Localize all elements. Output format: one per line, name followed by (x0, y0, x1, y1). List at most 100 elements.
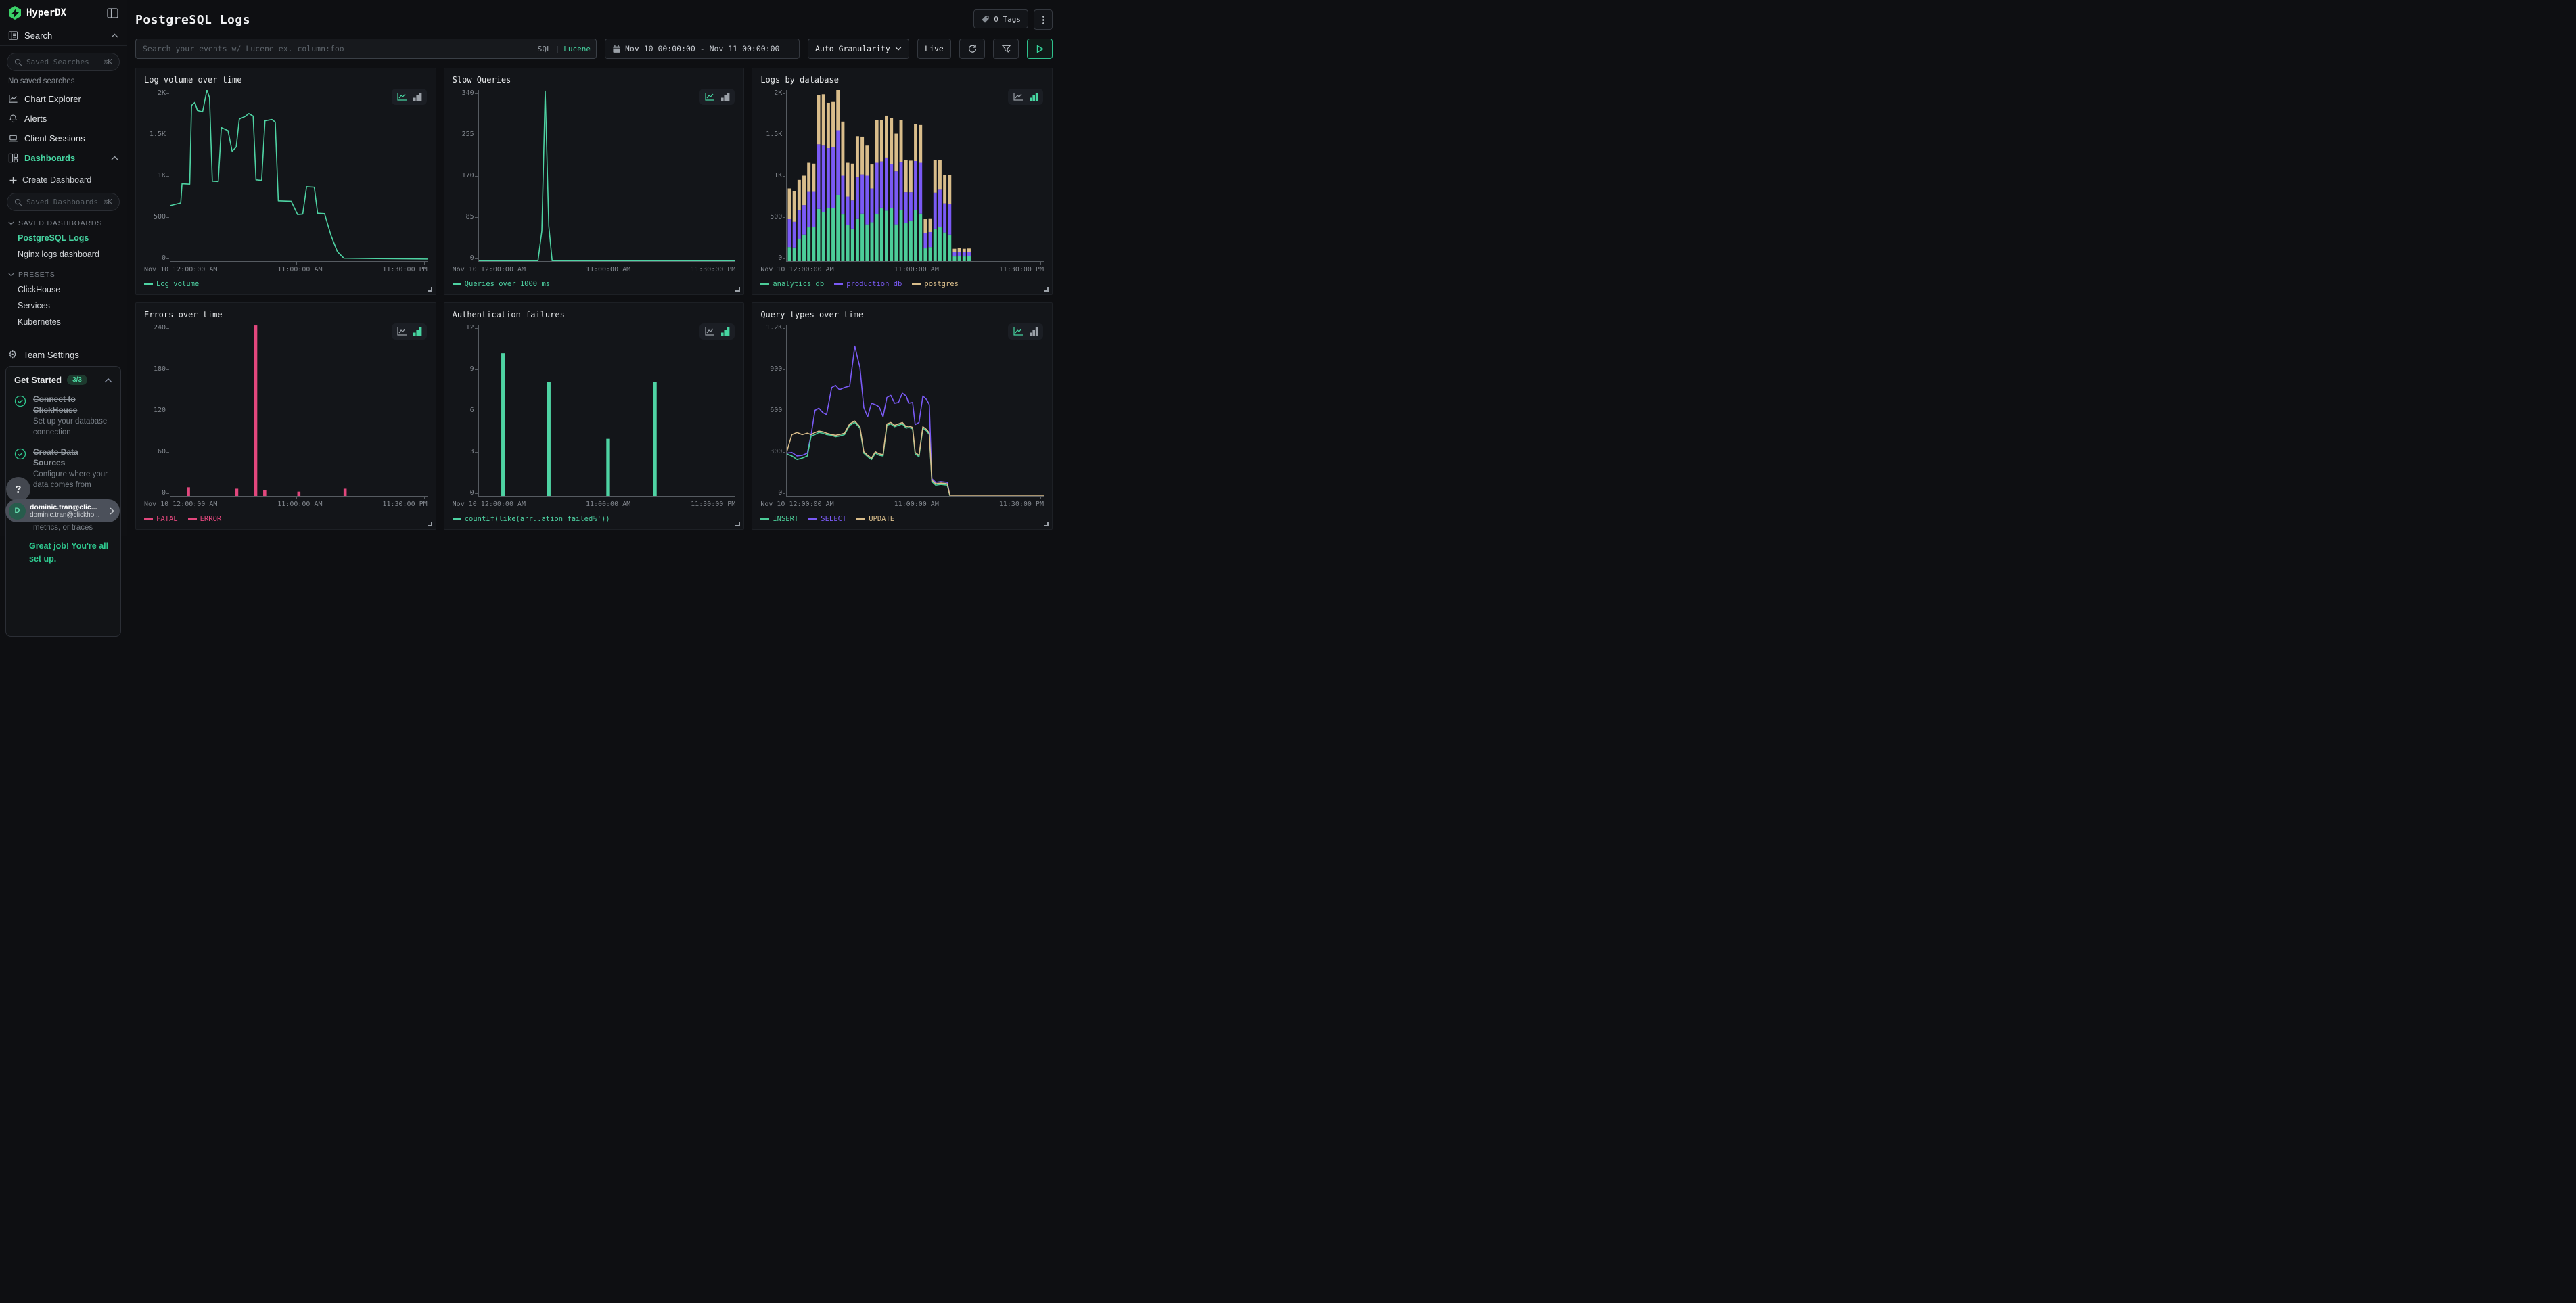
help-button[interactable]: ? (6, 477, 30, 501)
sql-mode-button[interactable]: SQL (538, 45, 551, 53)
get-started-header[interactable]: Get Started 3/3 (6, 367, 120, 389)
line-chart-toggle-button[interactable] (396, 327, 407, 336)
get-started-step-connect[interactable]: Connect to ClickHouse Set up your databa… (6, 389, 120, 442)
resize-handle[interactable] (1044, 522, 1049, 526)
x-axis-labels: Nov 10 12:00:00 AM11:00:00 AM11:30:00 PM (760, 266, 1044, 273)
panel-log-volume: Log volume over time 2K1.5K1K5000 Nov 10… (135, 68, 436, 295)
y-tick-label: 500 (154, 214, 166, 221)
filter-button[interactable] (993, 39, 1019, 59)
chevron-down-icon (895, 47, 902, 51)
x-tick-label: 11:00:00 AM (277, 266, 322, 273)
line-chart-toggle-button[interactable] (396, 92, 407, 101)
y-tick-label: 6 (470, 407, 474, 414)
chart-plot[interactable] (786, 325, 1044, 497)
sidebar-item-team-settings[interactable]: ⚙ Team Settings (0, 345, 127, 365)
more-options-button[interactable] (1034, 9, 1053, 30)
chart-legend: INSERTSELECTUPDATE (760, 514, 1044, 524)
chart-plot[interactable] (170, 90, 428, 262)
y-tick-label: 60 (158, 449, 166, 455)
section-label: PRESETS (18, 271, 55, 279)
x-tick-label: Nov 10 12:00:00 AM (144, 266, 217, 273)
sidebar-item-services[interactable]: Services (0, 298, 127, 314)
collapse-sidebar-button[interactable] (107, 8, 118, 18)
line-chart-toggle-button[interactable] (704, 327, 715, 336)
chart-type-toggle (1008, 89, 1043, 105)
line-chart-toggle-button[interactable] (704, 92, 715, 101)
sidebar-item-dashboards[interactable]: Dashboards (0, 148, 127, 168)
chart-plot[interactable] (478, 90, 736, 262)
chart-type-toggle (699, 323, 735, 340)
saved-searches-input[interactable] (26, 58, 99, 66)
legend-item: UPDATE (856, 514, 894, 524)
create-dashboard-button[interactable]: Create Dashboard (0, 168, 127, 186)
chart-plot[interactable] (478, 325, 736, 497)
line-chart-toggle-button[interactable] (1013, 327, 1024, 336)
bar-chart-toggle-button[interactable] (721, 92, 730, 101)
live-button[interactable]: Live (917, 39, 951, 59)
section-saved-dashboards[interactable]: SAVED DASHBOARDS (0, 211, 127, 230)
time-range-value: Nov 10 00:00:00 - Nov 11 00:00:00 (625, 44, 779, 53)
sidebar-item-client-sessions[interactable]: Client Sessions (0, 129, 127, 148)
panel-title: Query types over time (760, 310, 1044, 319)
chart-plot[interactable] (170, 325, 428, 497)
kebab-menu-icon (1042, 16, 1044, 24)
panel-title: Logs by database (760, 75, 1044, 85)
tags-button[interactable]: 0 Tags (973, 9, 1028, 28)
legend-dash-icon (856, 518, 865, 520)
logo-hexagon-icon (8, 6, 22, 20)
chart-plot[interactable] (786, 90, 1044, 262)
chart-legend: countIf(like(arr..ation failed%')) (453, 514, 736, 524)
user-email: dominic.tran@clickho... (30, 511, 106, 519)
user-menu[interactable]: D dominic.tran@clic... dominic.tran@clic… (5, 499, 120, 522)
keyboard-shortcut-badge: ⌘K (104, 198, 112, 206)
saved-dashboards-searchbox[interactable]: ⌘K (7, 193, 120, 211)
header-actions: 0 Tags (973, 9, 1053, 30)
sidebar-item-postgresql-logs[interactable]: PostgreSQL Logs (0, 230, 127, 246)
section-presets[interactable]: PRESETS (0, 262, 127, 281)
sidebar-item-label: Search (24, 30, 105, 41)
line-chart-toggle-button[interactable] (1013, 92, 1024, 101)
step-title: Create Data Sources (33, 447, 112, 468)
refresh-icon (967, 44, 978, 54)
query-language-switch: SQL | Lucene (538, 39, 591, 59)
bar-chart-toggle-button[interactable] (1030, 92, 1038, 101)
y-tick-label: 300 (770, 449, 782, 455)
hyperdx-logo[interactable]: HyperDX (8, 6, 66, 20)
bar-chart-toggle-button[interactable] (1030, 327, 1038, 336)
sidebar-item-search[interactable]: Search (0, 26, 127, 45)
resize-handle[interactable] (735, 522, 740, 526)
y-tick-label: 0 (162, 490, 166, 497)
granularity-select[interactable]: Auto Granularity (808, 39, 909, 59)
y-axis-labels: 129630 (453, 325, 478, 497)
y-tick-label: 85 (466, 214, 474, 221)
refresh-button[interactable] (959, 39, 985, 59)
bar-chart-toggle-button[interactable] (413, 92, 422, 101)
bar-chart-toggle-button[interactable] (413, 327, 422, 336)
sidebar-item-nginx-dashboard[interactable]: Nginx logs dashboard (0, 246, 127, 262)
sidebar-item-kubernetes[interactable]: Kubernetes (0, 314, 127, 330)
y-tick-label: 255 (462, 131, 474, 138)
resize-handle[interactable] (735, 287, 740, 292)
search-icon (14, 58, 22, 66)
all-set-up-message: Great job! You're all set up. (6, 537, 120, 566)
lucene-mode-button[interactable]: Lucene (564, 45, 591, 53)
resize-handle[interactable] (1044, 287, 1049, 292)
time-range-picker[interactable]: Nov 10 00:00:00 - Nov 11 00:00:00 (605, 39, 800, 59)
legend-label: SELECT (821, 515, 846, 523)
saved-searches-searchbox[interactable]: ⌘K (7, 53, 120, 71)
sidebar-item-chart-explorer[interactable]: Chart Explorer (0, 89, 127, 109)
legend-dash-icon (834, 283, 843, 285)
legend-dash-icon (760, 518, 769, 520)
run-query-button[interactable] (1027, 39, 1053, 59)
y-axis-labels: 240180120600 (144, 325, 170, 497)
panel-query-types: Query types over time 1.2K9006003000 Nov… (752, 302, 1053, 530)
dashboard-grid: Log volume over time 2K1.5K1K5000 Nov 10… (135, 68, 1053, 530)
sidebar-item-clickhouse[interactable]: ClickHouse (0, 281, 127, 298)
saved-dashboards-input[interactable] (26, 198, 99, 206)
bar-chart-toggle-button[interactable] (721, 327, 730, 336)
resize-handle[interactable] (428, 287, 432, 292)
event-search-input[interactable] (135, 39, 597, 59)
legend-label: FATAL (156, 515, 178, 523)
sidebar-item-alerts[interactable]: Alerts (0, 109, 127, 129)
resize-handle[interactable] (428, 522, 432, 526)
